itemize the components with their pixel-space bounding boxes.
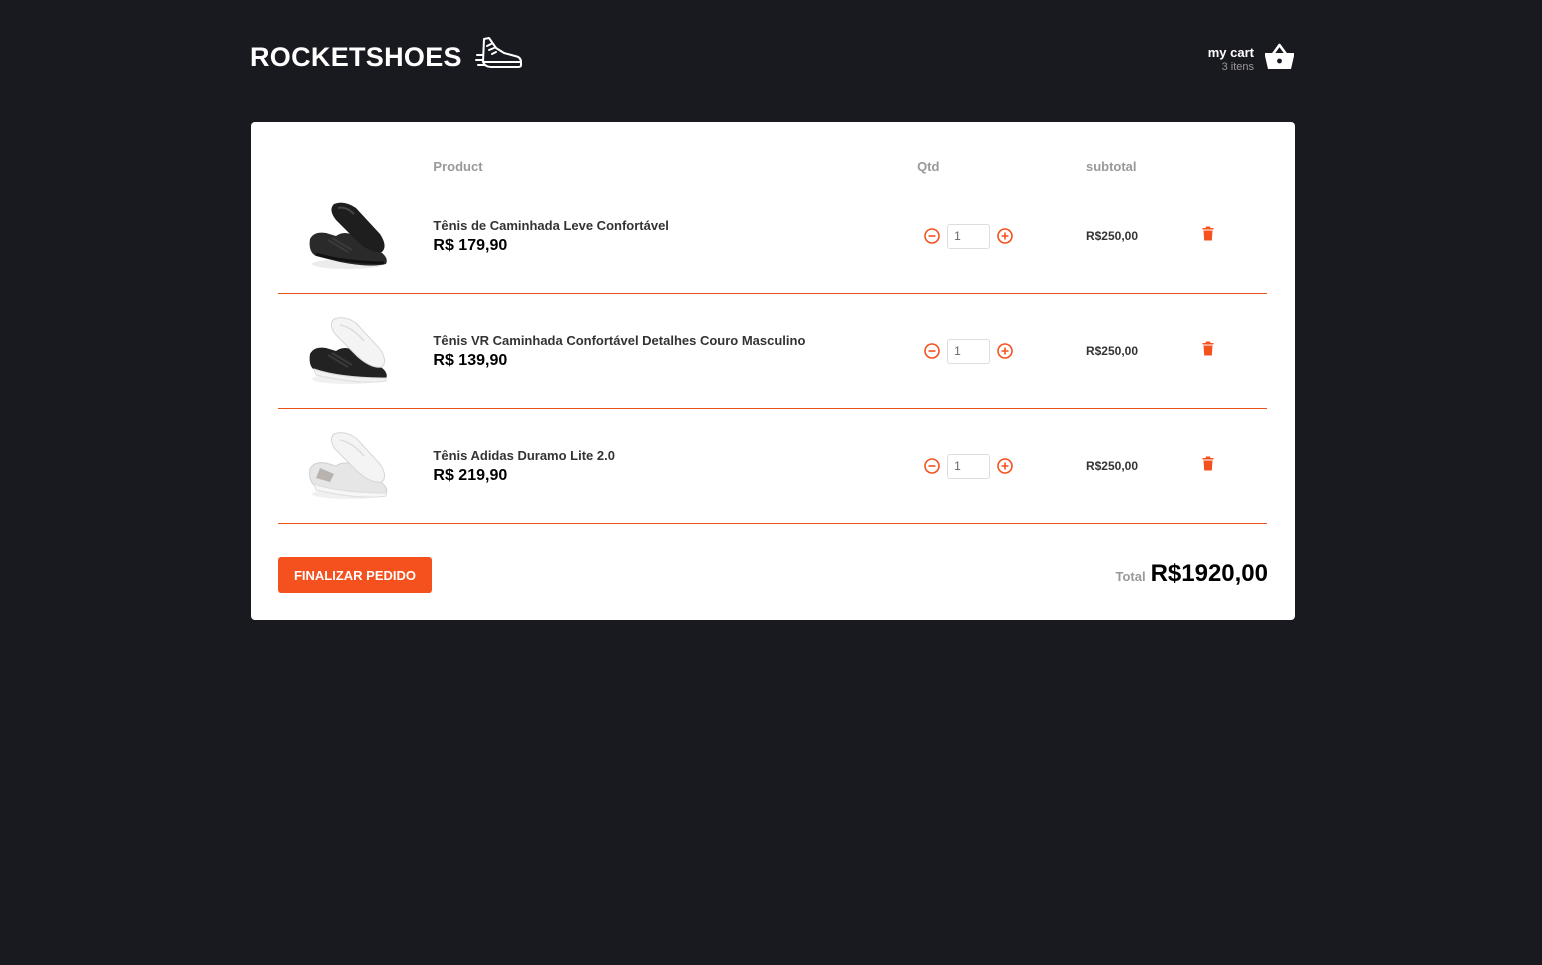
table-row: Tênis Adidas Duramo Lite 2.0 R$ 219,90 1… bbox=[278, 409, 1267, 524]
product-image bbox=[309, 432, 388, 499]
subtotal-cell: R$250,00 bbox=[1076, 409, 1185, 524]
increment-icon[interactable] bbox=[996, 342, 1014, 360]
cart-panel: Product Qtd subtotal Tênis de Caminhada … bbox=[251, 122, 1295, 620]
product-image-cell bbox=[278, 294, 423, 409]
cart-title: my cart bbox=[1207, 45, 1254, 60]
delete-cell bbox=[1184, 179, 1267, 294]
total-value: R$1920,00 bbox=[1150, 560, 1268, 587]
table-header-row: Product Qtd subtotal bbox=[278, 153, 1267, 179]
table-row: Tênis de Caminhada Leve Confortável R$ 1… bbox=[278, 179, 1267, 294]
cart-link[interactable]: my cart 3 itens bbox=[1208, 43, 1295, 75]
header-subtotal: subtotal bbox=[1085, 158, 1137, 174]
product-title: Tênis de Caminhada Leve Confortável bbox=[433, 218, 669, 233]
product-title: Tênis VR Caminhada Confortável Detalhes … bbox=[433, 333, 806, 348]
header-product: Product bbox=[433, 158, 483, 174]
subtotal-value: R$250,00 bbox=[1085, 459, 1139, 473]
quantity-cell bbox=[906, 294, 1077, 409]
subtotal-cell: R$250,00 bbox=[1076, 294, 1185, 409]
cart-footer: FINALIZAR PEDIDO Total R$1920,00 bbox=[278, 557, 1268, 593]
quantity-cell bbox=[906, 179, 1077, 294]
product-info-cell: Tênis VR Caminhada Confortável Detalhes … bbox=[422, 294, 907, 409]
trash-icon[interactable] bbox=[1202, 456, 1214, 471]
quantity-input[interactable] bbox=[947, 338, 991, 364]
increment-icon[interactable] bbox=[996, 457, 1014, 475]
cart-table: Product Qtd subtotal Tênis de Caminhada … bbox=[278, 153, 1267, 524]
product-image bbox=[309, 202, 388, 269]
subtotal-value: R$250,00 bbox=[1085, 344, 1139, 358]
product-image-cell bbox=[278, 179, 423, 294]
increment-icon[interactable] bbox=[996, 227, 1014, 245]
quantity-stepper bbox=[923, 223, 1077, 249]
quantity-input[interactable] bbox=[947, 223, 991, 249]
quantity-input[interactable] bbox=[947, 453, 991, 479]
decrement-icon[interactable] bbox=[923, 227, 941, 245]
cart-count: 3 itens bbox=[1221, 61, 1254, 73]
product-image bbox=[309, 317, 388, 384]
header-qtd: Qtd bbox=[917, 158, 940, 174]
product-image-cell bbox=[278, 409, 423, 524]
delete-cell bbox=[1184, 294, 1267, 409]
total-label: Total bbox=[1115, 569, 1146, 584]
subtotal-value: R$250,00 bbox=[1085, 229, 1139, 243]
product-price: R$ 219,90 bbox=[433, 467, 508, 484]
cart-text: my cart 3 itens bbox=[1208, 45, 1254, 73]
quantity-stepper bbox=[923, 453, 1077, 479]
subtotal-cell: R$250,00 bbox=[1076, 179, 1185, 294]
delete-cell bbox=[1184, 409, 1267, 524]
decrement-icon[interactable] bbox=[923, 342, 941, 360]
trash-icon[interactable] bbox=[1202, 226, 1214, 241]
product-info-cell: Tênis de Caminhada Leve Confortável R$ 1… bbox=[422, 179, 907, 294]
header-delete bbox=[1184, 153, 1267, 179]
product-price: R$ 139,90 bbox=[433, 352, 508, 369]
shoe-icon bbox=[474, 36, 523, 75]
product-title: Tênis Adidas Duramo Lite 2.0 bbox=[433, 448, 615, 463]
basket-icon bbox=[1264, 43, 1295, 75]
header: ROCKETSHOES my cart 3 itens bbox=[250, 37, 1295, 88]
quantity-cell bbox=[906, 409, 1077, 524]
logo-link[interactable]: ROCKETSHOES bbox=[250, 37, 523, 75]
checkout-button[interactable]: FINALIZAR PEDIDO bbox=[278, 557, 432, 593]
quantity-stepper bbox=[923, 338, 1077, 364]
product-info-cell: Tênis Adidas Duramo Lite 2.0 R$ 219,90 bbox=[422, 409, 907, 524]
total-block: Total R$1920,00 bbox=[1115, 560, 1268, 588]
table-row: Tênis VR Caminhada Confortável Detalhes … bbox=[278, 294, 1267, 409]
header-image bbox=[278, 153, 422, 179]
logo-text: ROCKETSHOES bbox=[250, 42, 462, 72]
product-price: R$ 179,90 bbox=[433, 237, 508, 254]
decrement-icon[interactable] bbox=[923, 457, 941, 475]
trash-icon[interactable] bbox=[1202, 341, 1214, 356]
